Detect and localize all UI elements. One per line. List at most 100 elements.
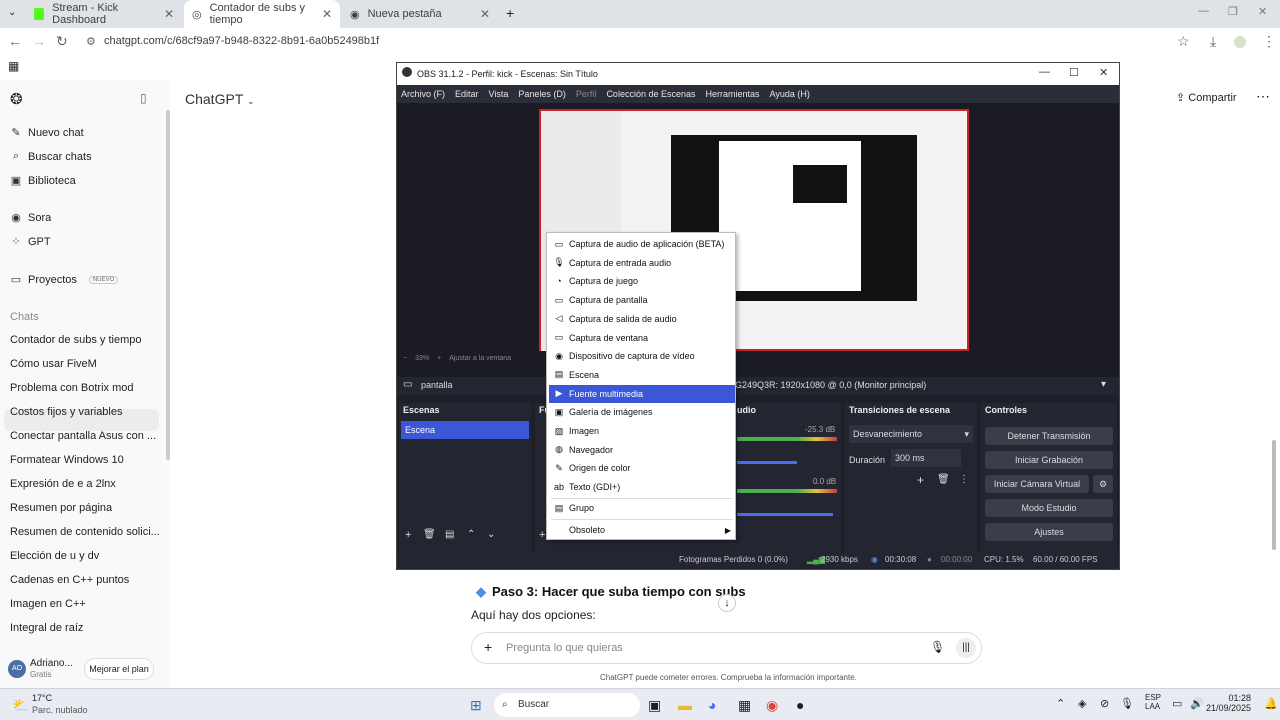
context-menu-item[interactable]: 🎙 Captura de entrada audio — [549, 254, 735, 272]
close-window-icon[interactable]: ✕ — [1258, 5, 1267, 18]
context-menu-item[interactable]: ▭ Captura de pantalla — [549, 291, 735, 309]
context-menu-item[interactable]: ab Texto (GDI+) — [549, 478, 735, 496]
tab-contador[interactable]: ◎ Contador de subs y tiempo ✕ — [184, 0, 340, 28]
monitor-select[interactable]: G249Q3R: 1920x1080 @ 0,0 (Monitor princi… — [735, 380, 926, 390]
obs-preview[interactable]: − 33% + Ajustar a la ventana — [397, 103, 1119, 381]
search-chats-button[interactable]: ⌕ Buscar chats — [10, 150, 92, 163]
close-tab-icon[interactable]: ✕ — [480, 7, 490, 21]
scene-item[interactable]: Escena — [401, 421, 529, 439]
volume-slider-1[interactable] — [737, 461, 797, 464]
fit-to-window[interactable]: Ajustar a la ventana — [449, 355, 511, 369]
context-menu-group[interactable]: ▤ Grupo — [549, 499, 735, 517]
stop-stream-button[interactable]: Detener Transmisión — [985, 427, 1113, 445]
upgrade-plan-button[interactable]: Mejorar el plan — [84, 658, 154, 680]
maximize-icon[interactable]: ☐ — [1069, 66, 1079, 79]
network-icon[interactable]: ⊘ — [1100, 697, 1109, 710]
context-menu-item[interactable]: ▶ Fuente multimedia — [549, 384, 735, 403]
context-menu-item[interactable]: ▭ Captura de ventana — [549, 329, 735, 347]
clock[interactable]: 01:28 21/09/2025 — [1206, 693, 1251, 713]
chat-list-item[interactable]: Conectar pantalla Asus con ... — [10, 430, 156, 442]
mic-tray-icon[interactable]: 🎙 — [1120, 697, 1134, 710]
user-account[interactable]: AO Adriano... Gratis Mejorar el plan — [8, 656, 168, 686]
task-view-icon[interactable]: ▣ — [648, 697, 661, 714]
gpt-button[interactable]: ⁘ GPT — [10, 235, 50, 249]
forward-icon[interactable]: → — [32, 33, 46, 49]
trash-icon[interactable]: 🗑 — [423, 529, 436, 540]
download-icon[interactable]: ⤓ — [1210, 33, 1216, 50]
chat-list-item[interactable]: Elección de u y dv — [10, 550, 99, 562]
share-button[interactable]: ⇪ Compartir — [1176, 91, 1237, 104]
tab-kick-dashboard[interactable]: Stream - Kick Dashboard ✕ — [26, 0, 182, 28]
chat-list-item[interactable]: Problema con Botrix mod — [10, 382, 134, 394]
move-up-icon[interactable]: ⌃ — [467, 529, 475, 540]
new-chat-button[interactable]: ✎ Nuevo chat — [10, 126, 83, 140]
obs-titlebar[interactable]: OBS 31.1.2 - Perfil: kick - Escenas: Sin… — [397, 63, 1119, 85]
menu-item[interactable]: Ayuda (H) — [770, 89, 810, 99]
context-menu-item[interactable]: ▨ Imagen — [549, 422, 735, 440]
filter-icon[interactable]: ▤ — [445, 529, 454, 540]
dropdown-icon[interactable]: ▾ — [1101, 379, 1106, 390]
browser-menu-icon[interactable]: ⋮ — [1262, 33, 1276, 50]
close-tab-icon[interactable]: ✕ — [164, 7, 174, 21]
add-attachment-icon[interactable]: + — [484, 639, 492, 655]
chat-list-item[interactable]: Cómo usar FiveM — [10, 358, 97, 370]
studio-mode-button[interactable]: Modo Estudio — [985, 499, 1113, 517]
context-menu-item[interactable]: ▤ Escena — [549, 366, 735, 384]
menu-item[interactable]: Archivo (F) — [401, 89, 445, 99]
add-transition-icon[interactable]: + — [917, 473, 924, 487]
minimize-icon[interactable]: — — [1198, 5, 1209, 17]
trash-icon[interactable]: 🗑 — [937, 474, 950, 485]
start-recording-button[interactable]: Iniciar Grabación — [985, 451, 1113, 469]
menu-item[interactable]: Editar — [455, 89, 479, 99]
add-scene-icon[interactable]: + — [405, 529, 411, 541]
more-icon[interactable]: ⋮ — [959, 474, 969, 485]
menu-item[interactable]: Herramientas — [706, 89, 760, 99]
model-selector[interactable]: ChatGPT ⌄ — [185, 91, 255, 107]
context-menu-item[interactable]: ▣ Galería de imágenes — [549, 403, 735, 421]
zoom-out-icon[interactable]: − — [403, 355, 407, 369]
monitor-tray-icon[interactable]: ▭ — [1172, 697, 1182, 710]
context-menu-item[interactable]: ▭ Captura de audio de aplicación (BETA) — [549, 235, 735, 253]
move-down-icon[interactable]: ⌄ — [487, 529, 495, 540]
site-info-icon[interactable]: ⚙ — [86, 35, 96, 48]
back-icon[interactable]: ← — [8, 33, 22, 49]
zoom-in-icon[interactable]: + — [437, 355, 441, 369]
chat-list-item[interactable]: Imagen en C++ — [10, 598, 86, 610]
openai-logo-icon[interactable]: ❂ — [10, 90, 23, 108]
close-tab-icon[interactable]: ✕ — [322, 7, 332, 21]
tray-app-icon[interactable]: ◈ — [1078, 697, 1086, 710]
settings-button[interactable]: Ajustes — [985, 523, 1113, 541]
sidebar-scrollbar[interactable] — [166, 110, 170, 460]
library-button[interactable]: ▣ Biblioteca — [10, 174, 76, 188]
add-source-icon[interactable]: + — [539, 529, 545, 541]
language-indicator[interactable]: ESP LAA — [1145, 693, 1161, 711]
chat-list-item[interactable]: Integral de raíz — [10, 622, 83, 634]
chat-list-item[interactable]: Resumen de contenido solici... — [10, 526, 160, 538]
context-menu-item[interactable]: ◍ Navegador — [549, 441, 735, 459]
menu-item[interactable]: Paneles (D) — [518, 89, 566, 99]
context-menu-item[interactable]: ✎ Origen de color — [549, 459, 735, 477]
virtual-camera-button[interactable]: Iniciar Cámara Virtual — [985, 475, 1089, 493]
chat-list-item[interactable]: Cadenas en C++ puntos — [10, 574, 129, 586]
new-tab-icon[interactable]: + — [506, 5, 514, 21]
notification-bell-icon[interactable]: 🔔 — [1264, 697, 1278, 710]
scroll-down-button[interactable]: ↓ — [718, 594, 736, 612]
transition-select[interactable]: Desvanecimiento ▾ — [849, 425, 973, 443]
taskbar-search[interactable]: ⌕ Buscar — [494, 693, 640, 717]
microphone-icon[interactable]: 🎙 — [930, 640, 945, 654]
minimize-icon[interactable]: — — [1039, 66, 1050, 78]
chrome-icon[interactable]: ◉ — [766, 697, 778, 714]
close-icon[interactable]: ✕ — [1099, 66, 1108, 79]
menu-item[interactable]: Perfil — [576, 89, 597, 99]
page-scrollbar[interactable] — [1272, 440, 1276, 550]
sora-button[interactable]: ◉ Sora — [10, 211, 51, 225]
volume-slider-2[interactable] — [737, 513, 833, 516]
chevron-up-icon[interactable]: ⌃ — [1056, 697, 1065, 710]
chat-list-item[interactable]: Expresión de e a 2lnx — [10, 478, 116, 490]
file-explorer-icon[interactable]: ▬ — [678, 697, 692, 713]
context-menu-item[interactable]: ◉ Dispositivo de captura de vídeo — [549, 347, 735, 365]
more-options-icon[interactable]: ⋯ — [1256, 88, 1270, 105]
app-icon[interactable]: ▦ — [738, 697, 751, 714]
bookmark-star-icon[interactable]: ☆ — [1177, 33, 1190, 50]
url-field[interactable]: chatgpt.com/c/68cf9a97-b948-8322-8b91-6a… — [104, 35, 379, 47]
